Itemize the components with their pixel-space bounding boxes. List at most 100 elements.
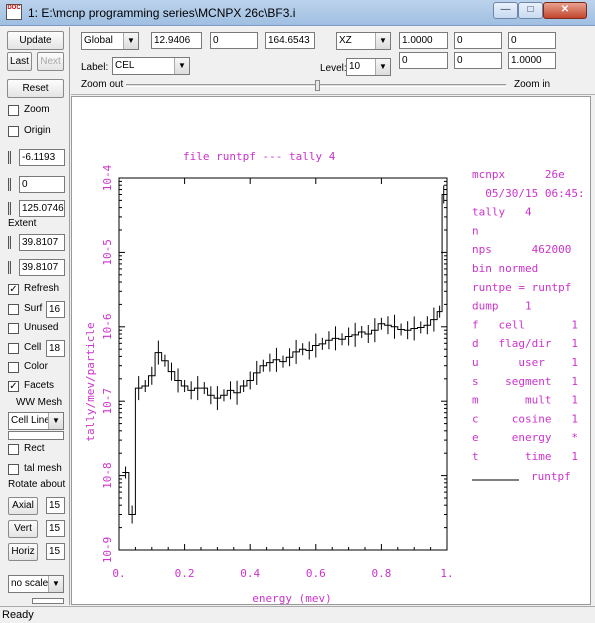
origin-z-input[interactable]: 164.6543 [265,32,315,49]
origin-x-stepper[interactable] [8,151,11,164]
cell-line-select[interactable]: Cell Line ▼ [8,412,64,430]
zoom-out-label: Zoom out [81,79,124,90]
tally-plot: file runtpf --- tally 4 energy (mev) tal… [84,150,585,605]
origin-label: Origin [24,125,51,136]
ww-mesh-field[interactable] [8,431,64,440]
cell-line-value: Cell Line [11,415,50,426]
y-tick-label: 10-7 [101,388,114,415]
rect-checkbox[interactable] [8,444,19,455]
x-tick-label: 0.8 [371,567,391,580]
label-select[interactable]: CEL ▼ [112,57,190,75]
cell-checkbox[interactable] [8,343,19,354]
zoom-checkbox[interactable] [8,105,19,116]
rect-label: Rect [24,443,45,454]
plane-select[interactable]: XZ ▼ [336,32,391,50]
extent-v-field[interactable]: 39.8107 [19,259,65,276]
origin-y-input[interactable]: 0 [210,32,258,49]
reset-button[interactable]: Reset [7,79,64,98]
info-line: dump 1 [472,300,532,313]
chevron-down-icon: ▼ [123,33,138,49]
info-line: d flag/dir 1 [472,337,578,350]
origin-checkbox[interactable] [8,126,19,137]
left-control-panel: Update Last Next Reset Zoom Origin -6.11… [0,27,70,605]
basis-1-1[interactable]: 1.0000 [399,32,448,49]
x-tick-label: 0.6 [306,567,326,580]
refresh-checkbox[interactable]: ✓ [8,284,19,295]
rotate-about-label: Rotate about [8,479,66,490]
tal-mesh-checkbox[interactable] [8,464,19,475]
axial-button[interactable]: Axial [8,497,38,515]
zoom-slider-thumb[interactable] [315,80,320,91]
info-line: runtpe = runtpf [472,281,571,294]
x-tick-label: 0. [112,567,125,580]
vert-field[interactable]: 15 [46,520,65,537]
maximize-button[interactable]: □ [518,2,543,19]
scale-value: no scale [11,578,49,589]
origin-x-field[interactable]: -6.1193 [19,149,65,166]
info-line: f cell 1 [472,318,578,331]
coord-value: Global [84,35,113,46]
info-line: n [472,224,479,237]
y-axis-label: tally/mev/particle [84,322,97,441]
next-button[interactable]: Next [37,52,64,71]
update-button[interactable]: Update [7,31,64,50]
basis-1-2[interactable]: 0 [454,32,502,49]
basis-2-2[interactable]: 0 [454,52,502,69]
origin-y-field[interactable]: 0 [19,176,65,193]
origin-z-stepper[interactable] [8,202,11,215]
label-value: CEL [115,60,135,71]
horiz-field[interactable]: 15 [46,543,65,560]
info-line: 05/30/15 06:45: [472,187,585,200]
status-text: Ready [2,609,34,621]
window-title: 1: E:\mcnp programming series\MCNPX 26c\… [28,6,296,20]
facets-checkbox[interactable]: ✓ [8,381,19,392]
vert-button[interactable]: Vert [8,520,38,538]
extent-h-field[interactable]: 39.8107 [19,234,65,251]
y-tick-label: 10-4 [101,164,114,191]
level-select[interactable]: 10 ▼ [346,58,391,76]
surf-checkbox[interactable] [8,304,19,315]
extra-field[interactable] [32,598,64,604]
info-line: t time 1 [472,450,578,463]
document-icon[interactable]: DOC [6,4,22,20]
origin-z-field[interactable]: 125.0746 [19,200,65,217]
coord-select[interactable]: Global ▼ [81,32,139,50]
surf-field[interactable]: 16 [46,301,65,318]
label-caption: Label: [81,62,109,73]
color-checkbox[interactable] [8,362,19,373]
basis-2-1[interactable]: 0 [399,52,448,69]
close-button[interactable]: ✕ [543,2,587,19]
x-tick-label: 0.2 [175,567,195,580]
legend-label: runtpf [531,470,571,483]
origin-x-input[interactable]: 12.9406 [151,32,202,49]
surf-label: Surf [24,303,43,314]
info-line: tally 4 [472,206,532,219]
status-bar: Ready [0,606,595,623]
zoom-label: Zoom [24,104,50,115]
info-line: s segment 1 [472,375,578,388]
y-tick-label: 10-5 [101,239,114,266]
chevron-down-icon: ▼ [375,33,390,49]
horiz-button[interactable]: Horiz [8,543,38,561]
extent-v-stepper[interactable] [8,261,11,274]
last-button[interactable]: Last [7,52,32,71]
plot-area[interactable]: file runtpf --- tally 4 energy (mev) tal… [71,96,591,605]
x-tick-label: 1. [440,567,453,580]
color-label: Color [24,361,48,372]
basis-1-3[interactable]: 0 [508,32,556,49]
info-line: m mult 1 [472,394,578,407]
plot-toolbar: Global ▼ 12.9406 0 164.6543 XZ ▼ 1.0000 0 … [71,27,595,95]
unused-checkbox[interactable] [8,323,19,334]
basis-2-3[interactable]: 1.0000 [508,52,556,69]
y-tick-label: 10-8 [101,462,114,489]
minimize-button[interactable]: — [493,2,518,19]
cell-label: Cell [24,342,42,353]
cell-field[interactable]: 18 [46,340,65,357]
info-line: mcnpx 26e [472,168,565,181]
extent-h-stepper[interactable] [8,236,11,249]
plane-value: XZ [339,35,352,46]
scale-select[interactable]: no scale ▼ [8,575,64,593]
origin-y-stepper[interactable] [8,178,11,191]
x-axis-label: energy (mev) [252,592,331,605]
axial-field[interactable]: 15 [46,497,65,514]
